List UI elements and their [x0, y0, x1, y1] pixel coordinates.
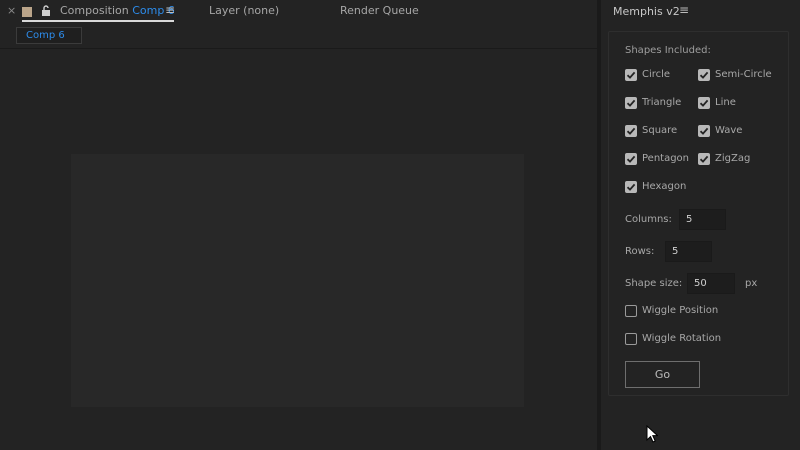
mouse-cursor-icon [646, 425, 658, 443]
checkbox-wiggle-position-box[interactable] [625, 305, 637, 317]
active-tab-indicator [22, 20, 174, 22]
go-button[interactable]: Go [625, 361, 700, 388]
checkbox-pentagon-label: Pentagon [642, 153, 690, 164]
comp-chip[interactable]: Comp 6 [16, 27, 82, 44]
composition-navigator: Comp 6 [0, 24, 597, 49]
checkbox-circle-label: Circle [642, 69, 671, 80]
checkmark-icon [626, 71, 636, 79]
tab-render-queue[interactable]: Render Queue [340, 4, 419, 17]
checkmark-icon [626, 183, 636, 191]
tab-bar: × Composition Comp 6 ≡ Layer (none) Rend… [0, 0, 597, 24]
checkbox-wave-box[interactable] [698, 125, 710, 137]
checkbox-wiggle-rotation-label: Wiggle Rotation [642, 333, 722, 344]
checkbox-semi-circle-label: Semi-Circle [715, 69, 772, 80]
checkbox-line-label: Line [715, 97, 736, 108]
composition-panel: × Composition Comp 6 ≡ Layer (none) Rend… [0, 0, 597, 450]
checkbox-triangle-label: Triangle [642, 97, 682, 108]
tab-composition[interactable]: Composition Comp 6 [60, 4, 175, 17]
shape-size-label: Shape size: [625, 278, 683, 289]
checkbox-zigzag-label: ZigZag [715, 153, 751, 164]
columns-input[interactable] [679, 209, 726, 230]
memphis-settings-group: Shapes Included: Circle Semi-Circle Tria… [608, 31, 789, 396]
tab-composition-prefix: Composition [60, 4, 129, 17]
checkbox-square-label: Square [642, 125, 678, 136]
panel-menu-icon[interactable]: ≡ [679, 3, 689, 17]
checkmark-icon [699, 99, 709, 107]
close-tab-icon[interactable]: × [7, 4, 16, 17]
checkbox-line-box[interactable] [698, 97, 710, 109]
tab-layer[interactable]: Layer (none) [209, 4, 279, 17]
checkmark-icon [626, 155, 636, 163]
checkmark-icon [626, 99, 636, 107]
checkbox-pentagon-box[interactable] [625, 153, 637, 165]
checkbox-square-box[interactable] [625, 125, 637, 137]
label-color-swatch[interactable] [22, 7, 32, 17]
checkbox-wiggle-rotation-box[interactable] [625, 333, 637, 345]
checkmark-icon [699, 127, 709, 135]
checkmark-icon [626, 127, 636, 135]
checkbox-hexagon-label: Hexagon [642, 181, 687, 192]
shapes-included-label: Shapes Included: [625, 45, 711, 56]
columns-label: Columns: [625, 214, 672, 225]
checkbox-circle-box[interactable] [625, 69, 637, 81]
checkbox-semi-circle-box[interactable] [698, 69, 710, 81]
panel-title[interactable]: Memphis v2 [613, 5, 680, 18]
shape-size-unit: px [745, 278, 758, 289]
checkbox-hexagon-box[interactable] [625, 181, 637, 193]
checkbox-triangle-box[interactable] [625, 97, 637, 109]
composition-menu-icon[interactable]: ≡ [165, 3, 175, 17]
checkmark-icon [699, 71, 709, 79]
rows-label: Rows: [625, 246, 655, 257]
shape-size-input[interactable] [687, 273, 735, 294]
checkbox-zigzag-box[interactable] [698, 153, 710, 165]
composition-viewer[interactable] [0, 49, 597, 450]
lock-icon[interactable] [41, 5, 51, 16]
rows-input[interactable] [665, 241, 712, 262]
script-panel: Memphis v2 ≡ Shapes Included: Circle Sem… [601, 0, 800, 450]
checkbox-wiggle-position-label: Wiggle Position [642, 305, 719, 316]
checkbox-wave-label: Wave [715, 125, 743, 136]
composition-canvas[interactable] [71, 154, 524, 407]
checkmark-icon [699, 155, 709, 163]
